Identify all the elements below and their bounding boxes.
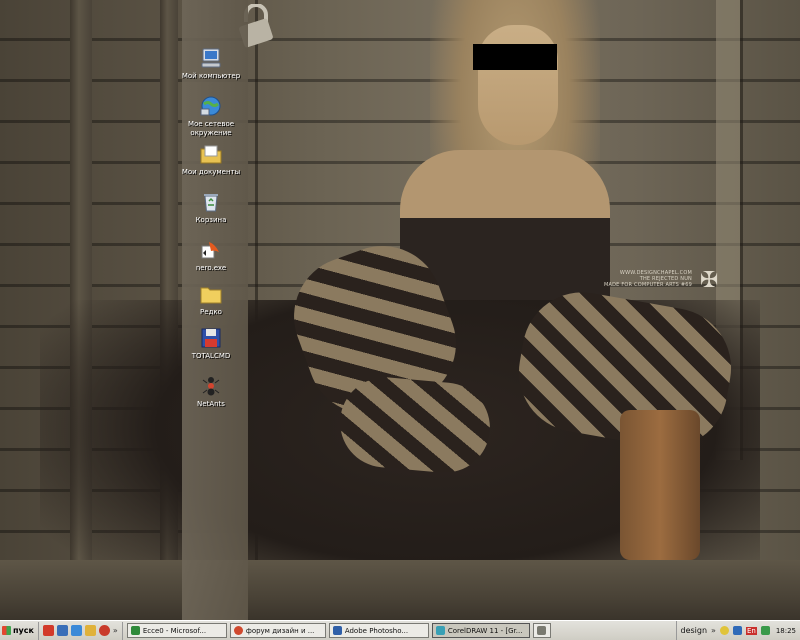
folder-icon: [200, 287, 222, 304]
tray-antivirus-icon[interactable]: [760, 626, 770, 635]
desktop-icon-label: NetAnts: [197, 400, 225, 408]
chevron-right-icon[interactable]: »: [113, 626, 118, 635]
taskbar-button-photoshop[interactable]: Adobe Photosho...: [328, 623, 429, 638]
my-documents-icon: [200, 145, 222, 164]
taskbar: пуск » Ecce0 - Microsof... форум дизайн …: [0, 620, 800, 640]
desktop-icon-netants[interactable]: NetAnts: [176, 374, 246, 409]
desktop-wallpaper: WWW.DESIGNCHAPEL.COM THE REJECTED NUN MA…: [0, 0, 800, 620]
chevron-right-icon[interactable]: »: [711, 626, 716, 635]
start-label: пуск: [13, 626, 34, 635]
window-icon: [537, 626, 547, 635]
task-label: Adobe Photosho...: [344, 626, 409, 635]
outlook-express-icon[interactable]: [84, 625, 96, 636]
figure-face: [478, 25, 558, 145]
task-label: Ecce0 - Microsof...: [142, 626, 207, 635]
clock[interactable]: 18:25: [776, 627, 796, 635]
desktop-icon-my-computer[interactable]: Мой компьютер: [176, 46, 246, 81]
desktop-icon-my-documents[interactable]: Мои документы: [176, 142, 246, 177]
desktop-icon-label: Мои документы: [181, 168, 241, 176]
task-buttons: Ecce0 - Microsof... форум дизайн и ... A…: [123, 623, 551, 638]
netants-icon: [202, 377, 220, 396]
excel-icon: [130, 626, 140, 635]
tray-app-icon[interactable]: [719, 626, 729, 635]
my-computer-icon: [201, 48, 221, 68]
quick-launch-bar: »: [39, 621, 123, 640]
task-label: CorelDRAW 11 - [Gr...: [447, 626, 523, 635]
censor-bar: [473, 44, 557, 70]
wallpaper-watermark: WWW.DESIGNCHAPEL.COM THE REJECTED NUN MA…: [604, 270, 692, 288]
porch-step: [0, 560, 800, 620]
taskbar-button-extra[interactable]: [532, 623, 551, 638]
taskbar-button-coreldraw[interactable]: CorelDRAW 11 - [Gr...: [431, 623, 530, 638]
desktop-icon-label: Мое сетевое окружение: [187, 120, 235, 137]
toolbar-label[interactable]: design: [681, 626, 708, 635]
start-button[interactable]: пуск: [0, 621, 39, 640]
show-desktop-icon[interactable]: [56, 625, 68, 636]
opera-icon[interactable]: [42, 625, 54, 636]
system-tray: design » En 18:25: [675, 621, 800, 640]
windows-logo-icon: [2, 626, 11, 635]
coreldraw-icon: [435, 626, 445, 635]
language-indicator[interactable]: En: [745, 626, 757, 635]
photoshop-icon: [332, 626, 342, 635]
desktop-icon-label: nero.exe: [195, 264, 227, 272]
desktop-icon-recycle-bin[interactable]: Корзина: [176, 190, 246, 225]
desktop-icon-totalcmd[interactable]: TOTALCMD: [176, 326, 246, 361]
task-label: форум дизайн и ...: [245, 626, 315, 635]
nero-icon: [201, 242, 219, 259]
taskbar-button-excel[interactable]: Ecce0 - Microsof...: [126, 623, 227, 638]
tray-network-icon[interactable]: [732, 626, 742, 635]
desktop-icon-label: Корзина: [195, 216, 227, 224]
desktop-icon-folder-redko[interactable]: Редко: [176, 282, 246, 317]
opera-browser-icon[interactable]: [98, 625, 110, 636]
desktop-icon-network-places[interactable]: Мое сетевое окружение: [176, 94, 246, 138]
boot: [620, 410, 700, 560]
totalcmd-icon: [201, 328, 221, 348]
recycle-bin-icon: [204, 194, 218, 212]
internet-explorer-icon[interactable]: [70, 625, 82, 636]
network-places-icon: [200, 96, 221, 116]
desktop-icon-label: Мой компьютер: [181, 72, 241, 80]
desktop-icon-label: TOTALCMD: [191, 352, 231, 360]
watermark-line: MADE FOR COMPUTER ARTS #69: [604, 282, 693, 288]
eagle-emblem-icon: ✠: [700, 268, 719, 293]
taskbar-button-opera[interactable]: форум дизайн и ...: [229, 623, 326, 638]
opera-icon: [233, 626, 243, 635]
desktop-icon-label: Редко: [200, 308, 222, 316]
desktop-icon-nero[interactable]: nero.exe: [176, 238, 246, 273]
